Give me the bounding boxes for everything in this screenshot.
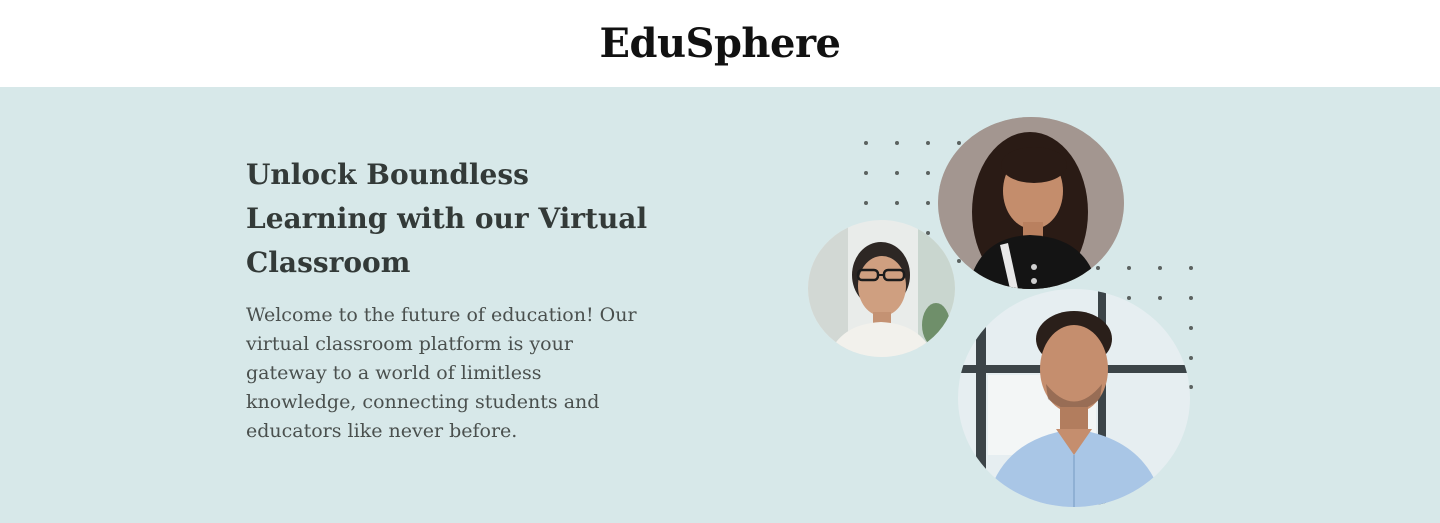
hero-title: Unlock Boundless Learning with our Virtu… (246, 158, 648, 279)
brand-logo[interactable]: EduSphere (600, 20, 841, 67)
student-woman-glasses-photo (808, 220, 955, 357)
educator-man-blue-shirt-photo (958, 289, 1190, 507)
student-woman-long-hair-photo (938, 117, 1124, 289)
hero-description: Welcome to the future of education! Our … (246, 304, 637, 442)
site-header: EduSphere (0, 0, 1440, 87)
hero-section: Unlock Boundless Learning with our Virtu… (0, 87, 1440, 523)
